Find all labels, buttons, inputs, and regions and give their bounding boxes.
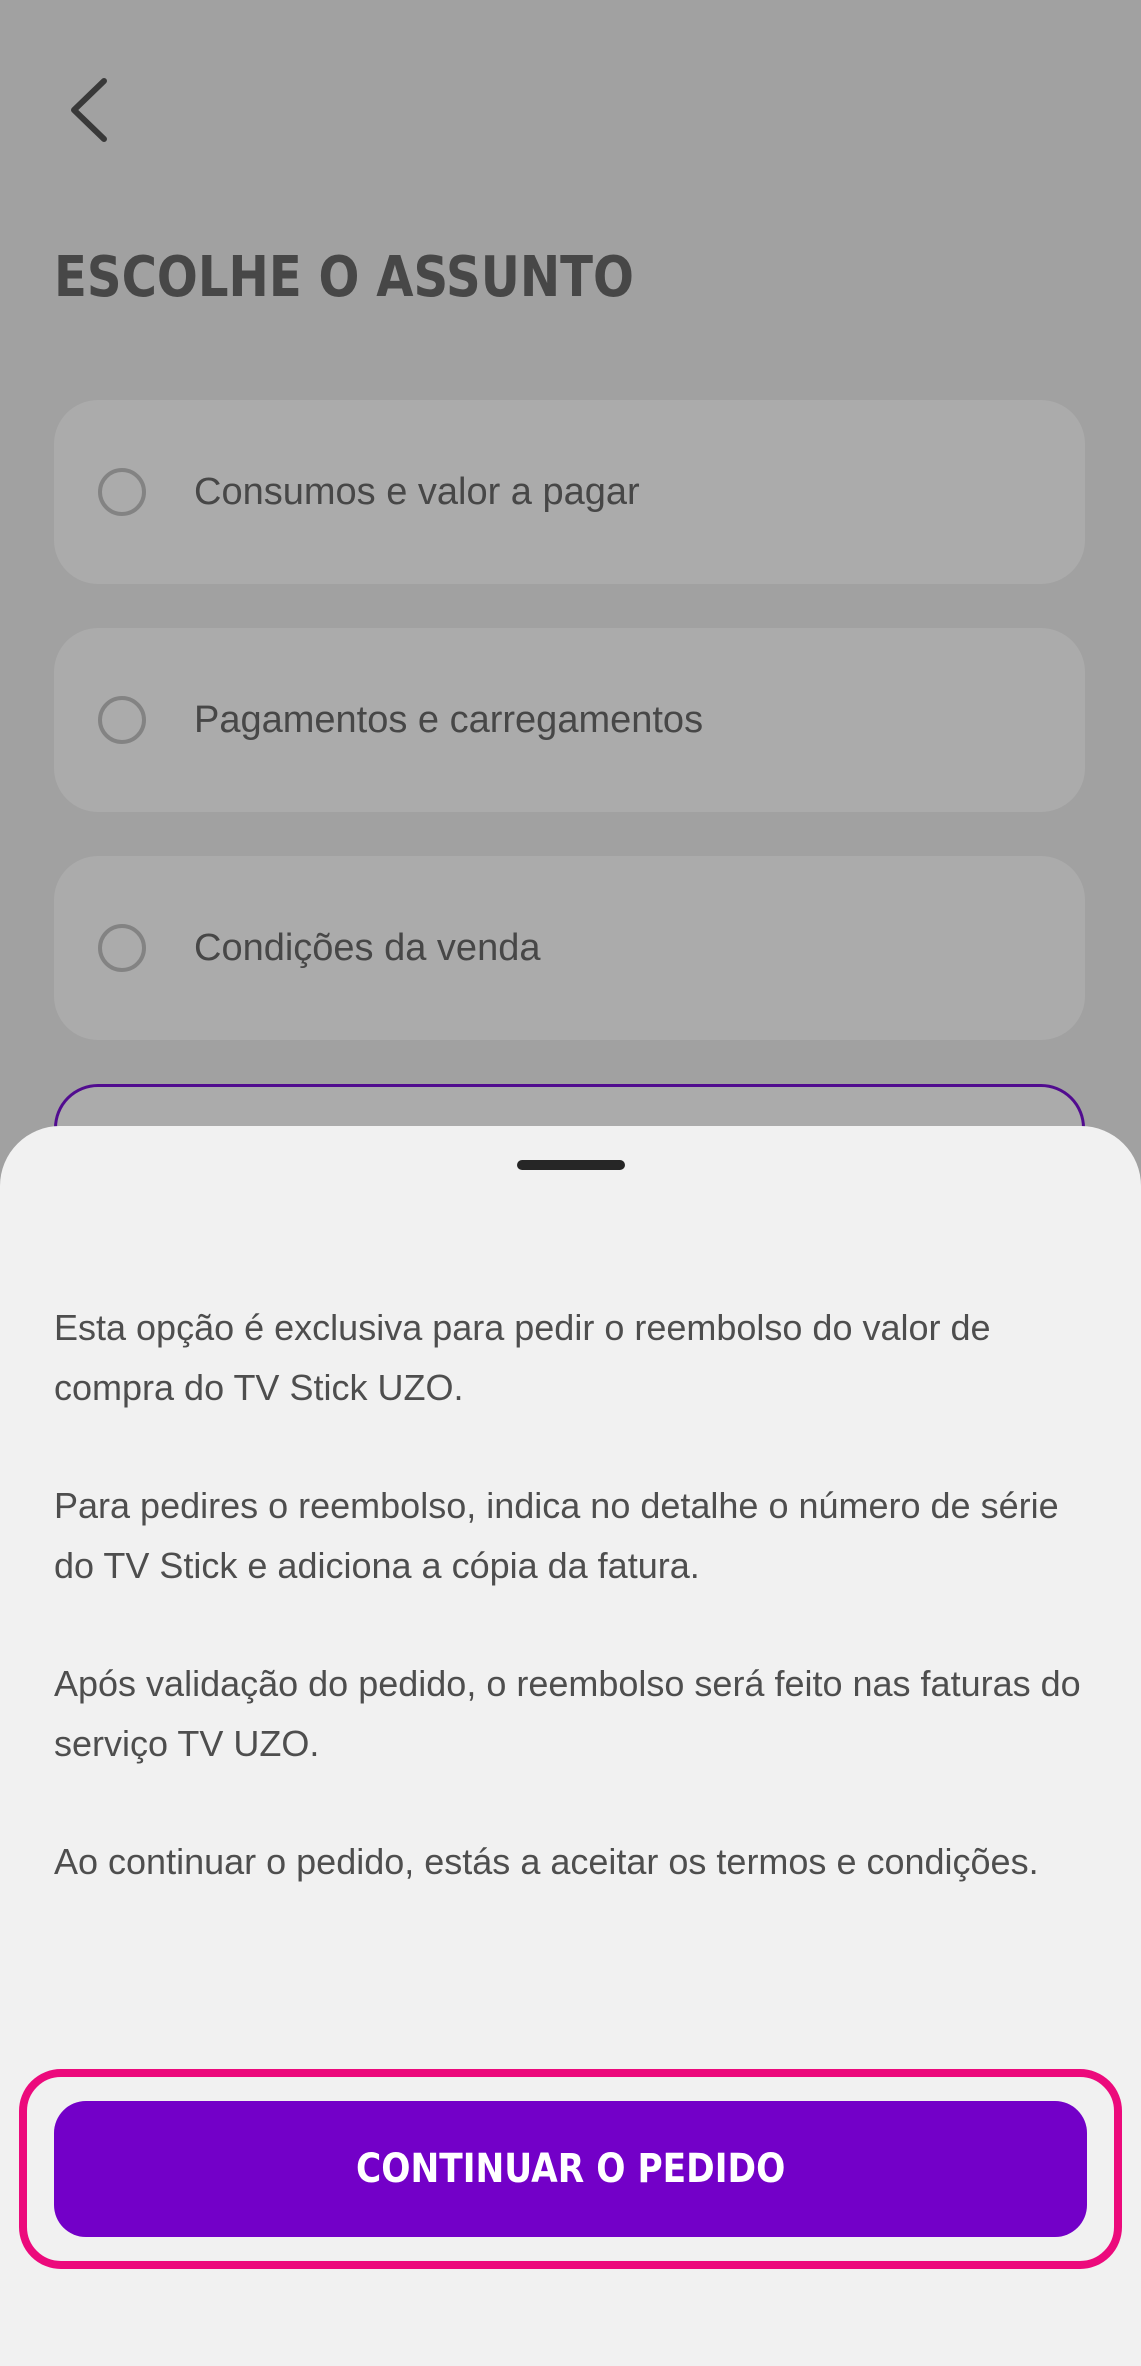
continue-order-label: CONTINUAR O PEDIDO	[355, 2146, 786, 2192]
info-paragraph: Para pedires o reembolso, indica no deta…	[54, 1485, 1059, 1586]
info-paragraph: Após validação do pedido, o reembolso se…	[54, 1663, 1081, 1764]
info-paragraph: Ao continuar o pedido, estás a aceitar o…	[54, 1841, 1039, 1882]
continue-order-button[interactable]: CONTINUAR O PEDIDO	[54, 2101, 1087, 2237]
drag-handle[interactable]	[517, 1160, 625, 1170]
info-paragraph: Esta opção é exclusiva para pedir o reem…	[54, 1307, 991, 1408]
